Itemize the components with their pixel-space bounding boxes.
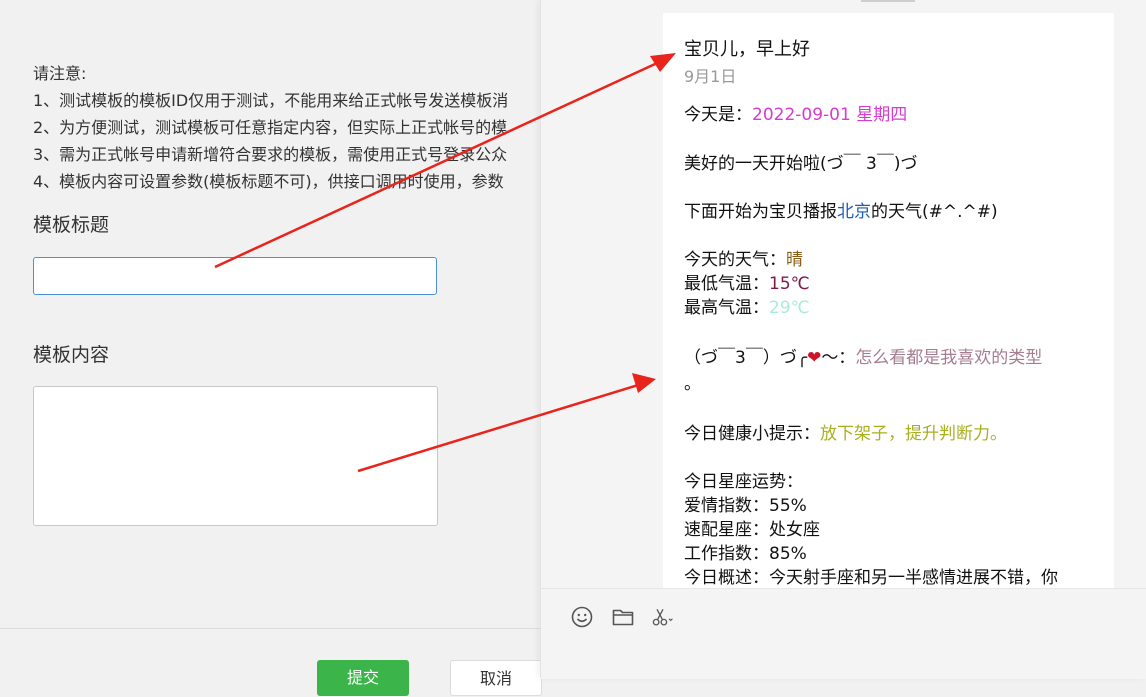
love-text: 怎么看都是我喜欢的类型 [855,348,1043,368]
horoscope-overview: 今日概述：今天射手座和另一半感情进展不错，你 [684,568,1058,588]
cancel-button[interactable]: 取消 [450,660,542,696]
notice-item: 4、模板内容可设置参数(模板标题不可)，供接口调用时使用，参数 [33,172,504,191]
form-divider [0,628,540,629]
notice-block: 请注意: 1、测试模板的模板ID仅用于测试，不能用来给正式帐号发送模板消 2、为… [33,60,573,195]
weather-value: 晴 [786,250,803,270]
weather-city: 北京 [837,202,871,222]
greeting-line: 美好的一天开始啦(づ￣ 3￣)づ [684,154,918,174]
message-date: 9月1日 [684,67,737,86]
notice-heading: 请注意: [33,64,87,83]
weather-intro-suffix: 的天气(#^.^#) [871,202,998,222]
scissors-icon[interactable] [651,605,675,629]
template-form-panel: 请注意: 1、测试模板的模板ID仅用于测试，不能用来给正式帐号发送模板消 2、为… [0,0,542,696]
template-title-label: 模板标题 [33,214,110,236]
template-content-label: 模板内容 [33,344,110,366]
submit-button[interactable]: 提交 [317,660,409,696]
today-label: 今天是： [684,105,752,125]
high-temp-line: 最高气温：29℃ [684,293,810,318]
panel-top-handle [861,0,915,2]
high-temp-label: 最高气温： [684,298,769,318]
low-temp-value: 15℃ [769,274,810,294]
chat-toolbar [541,588,1146,679]
weather-label: 今天的天气： [684,250,786,270]
work-index: 工作指数：85% [684,544,807,564]
weather-intro-prefix: 下面开始为宝贝播报 [684,202,837,222]
notice-item: 3、需为正式帐号申请新增符合要求的模板，需使用正式号登录公众 [33,145,508,164]
weather-intro-line: 下面开始为宝贝播报北京的天气(#^.^#) [684,197,998,222]
notice-item: 1、测试模板的模板ID仅用于测试，不能用来给正式帐号发送模板消 [33,91,509,110]
today-value: 2022-09-01 星期四 [752,105,908,125]
notice-item: 2、为方便测试，测试模板可任意指定内容，但实际上正式帐号的模 [33,118,508,137]
high-temp-value: 29℃ [769,298,810,318]
folder-icon[interactable] [611,605,635,629]
heart-icon: ❤ [807,348,822,368]
template-title-input[interactable] [33,257,437,295]
love-line: （づ￣3￣）づ╭❤～：怎么看都是我喜欢的类型 [684,343,1042,368]
match-sign: 速配星座：处女座 [684,520,820,540]
health-label: 今日健康小提示： [684,424,820,444]
health-line: 今日健康小提示：放下架子，提升判断力。 [684,419,1007,444]
low-temp-label: 最低气温： [684,274,769,294]
love-mid: ～： [821,348,856,368]
emoji-icon[interactable] [570,605,594,629]
love-prefix: （づ￣3￣）づ╭ [684,348,808,368]
love-end: 。 [684,374,701,394]
chat-preview-panel: 宝贝儿，早上好 9月1日 今天是：2022-09-01 星期四 美好的一天开始啦… [540,0,1146,679]
message-title: 宝贝儿，早上好 [684,39,810,60]
horoscope-label: 今日星座运势： [684,472,803,492]
weather-line: 今天的天气：晴 [684,245,803,270]
today-line: 今天是：2022-09-01 星期四 [684,100,907,125]
health-value: 放下架子，提升判断力。 [820,424,1007,444]
template-message-card: 宝贝儿，早上好 9月1日 今天是：2022-09-01 星期四 美好的一天开始啦… [663,13,1114,588]
love-index: 爱情指数：55% [684,496,807,516]
low-temp-line: 最低气温：15℃ [684,269,810,294]
template-content-textarea[interactable] [33,386,438,526]
